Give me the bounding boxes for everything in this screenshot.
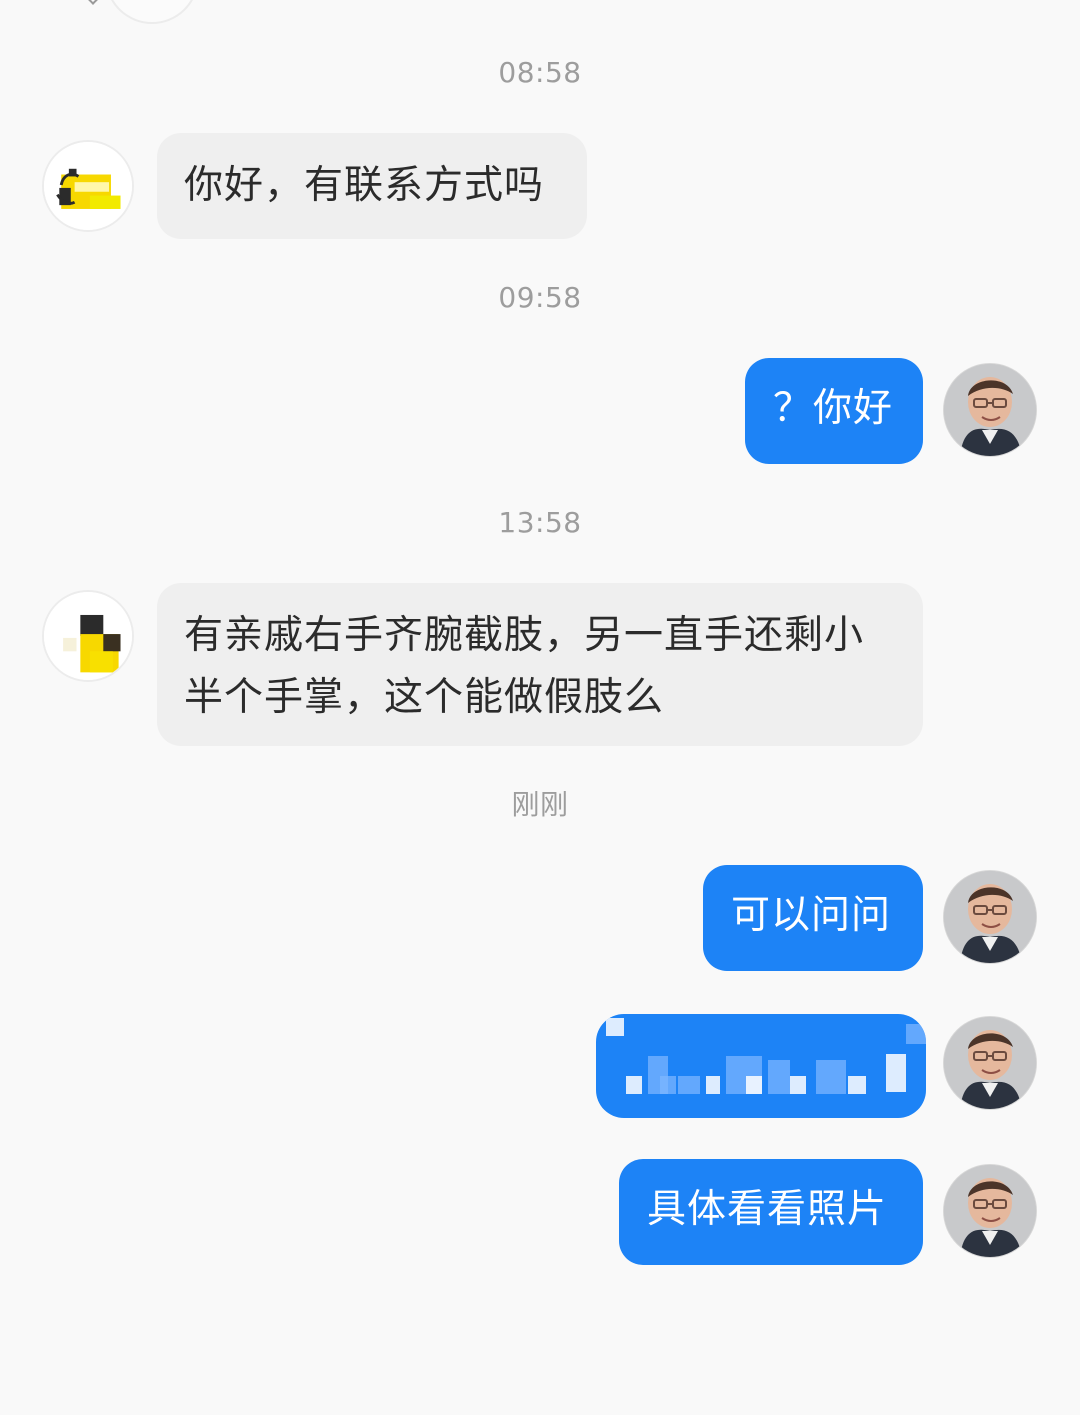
duck-avatar-icon[interactable]: [42, 140, 134, 232]
timestamp: 09:58: [498, 281, 582, 314]
incoming-message-bubble[interactable]: 有亲戚右手齐腕截肢，另一直手还剩小半个手掌，这个能做假肢么: [157, 583, 923, 746]
incoming-message-bubble[interactable]: 你好，有联系方式吗: [157, 133, 587, 239]
duck-icon: [44, 142, 132, 230]
outgoing-message-bubble[interactable]: ？你好: [745, 358, 923, 464]
profile-photo-avatar[interactable]: [944, 364, 1036, 456]
timestamp: 刚刚: [511, 788, 569, 821]
profile-photo-avatar[interactable]: [944, 1017, 1036, 1109]
outgoing-message-bubble[interactable]: 可以问问: [703, 865, 923, 971]
timestamp: 13:58: [498, 506, 582, 539]
profile-photo-avatar[interactable]: [944, 871, 1036, 963]
top-avatar-fragment: [105, 0, 199, 24]
outgoing-message-bubble[interactable]: 具体看看照片: [619, 1159, 923, 1265]
timestamp: 08:58: [498, 56, 582, 89]
duck-avatar-icon[interactable]: [42, 590, 134, 682]
person-avatar-icon: [944, 1017, 1036, 1109]
person-avatar-icon: [944, 364, 1036, 456]
person-avatar-icon: [944, 1165, 1036, 1257]
profile-photo-avatar[interactable]: [944, 1165, 1036, 1257]
back-arrow-icon[interactable]: [83, 0, 103, 5]
duck-icon: [44, 592, 132, 680]
obscured-outgoing-message-bubble[interactable]: [596, 1014, 926, 1118]
person-avatar-icon: [944, 871, 1036, 963]
chat-screen: 08:58 你好，有联系方式吗 09:58 ？你好 13:58 有亲戚右手齐腕截…: [0, 0, 1080, 1415]
